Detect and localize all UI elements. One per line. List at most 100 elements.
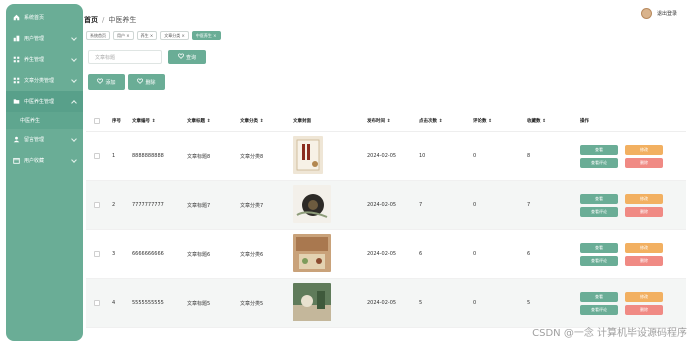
sidebar-item-tcm[interactable]: 中医养生管理: [6, 91, 83, 112]
sidebar-item-home[interactable]: 系统首页: [6, 7, 83, 28]
row-checkbox[interactable]: [94, 300, 100, 306]
folder-icon: [13, 98, 20, 105]
chevron-down-icon: [71, 56, 77, 62]
row-delete-button[interactable]: 删除: [625, 206, 663, 217]
col-header: 操作: [580, 118, 589, 124]
col-header[interactable]: 文章编号 ⇕: [132, 118, 187, 124]
cell-actions: 查看 修改 查看评论 删除: [580, 242, 663, 266]
row-checkbox-cell: [86, 202, 106, 208]
tag-tcm[interactable]: 中医养生 ×: [191, 31, 221, 40]
row-checkbox[interactable]: [94, 251, 100, 257]
cell-code: 7777777777: [132, 202, 164, 208]
sidebar-subitem-tcm[interactable]: 中医养生: [6, 112, 83, 129]
tag-health[interactable]: 养生 ×: [136, 31, 158, 40]
view-comments-button[interactable]: 查看评论: [580, 206, 618, 217]
cell-title: 文章标题8: [187, 153, 211, 160]
cell-category: 文章分类7: [240, 202, 264, 209]
sidebar-item-user-manage[interactable]: 用户管理: [6, 28, 83, 49]
row-delete-button[interactable]: 删除: [625, 255, 663, 266]
row-delete-button[interactable]: 删除: [625, 157, 663, 168]
user-manage-icon: [13, 35, 20, 42]
cell-cover: [293, 283, 367, 323]
grid-icon: [13, 77, 20, 84]
sidebar-item-label: 养生管理: [24, 57, 45, 63]
cover-image: [293, 234, 331, 272]
sidebar-item-label: 用户管理: [24, 36, 45, 42]
cell-index: 4: [112, 300, 116, 306]
breadcrumb-home[interactable]: 首页: [84, 15, 98, 25]
view-comments-button[interactable]: 查看评论: [580, 255, 618, 266]
add-button[interactable]: 添加: [88, 74, 125, 90]
col-header[interactable]: 文章标题 ⇕: [187, 118, 240, 124]
cell-comments: 0: [473, 202, 477, 208]
cell-actions: 查看 修改 查看评论 删除: [580, 144, 663, 168]
col-header: 序号: [112, 118, 121, 124]
row-checkbox-cell: [86, 300, 106, 306]
breadcrumb: 首页 / 中医养生: [84, 15, 136, 25]
table-row: 2 7777777777 文章标题7 文章分类7 2024-02-05 7 0 …: [86, 181, 686, 230]
delete-button-label: 删除: [145, 79, 156, 86]
chevron-down-icon: [71, 157, 77, 163]
breadcrumb-separator: /: [102, 16, 105, 24]
tag-home[interactable]: 系统首页: [86, 31, 110, 40]
sidebar-item-label: 用户收藏: [24, 158, 45, 164]
view-button[interactable]: 查看: [580, 291, 618, 302]
logout-link[interactable]: 退出登录: [657, 10, 677, 17]
edit-button[interactable]: 修改: [625, 144, 663, 155]
cell-clicks: 5: [419, 300, 423, 306]
cell-date: 2024-02-05: [367, 153, 397, 159]
row-delete-button[interactable]: 删除: [625, 304, 663, 315]
tag-category[interactable]: 文章分类 ×: [160, 31, 189, 40]
sidebar-item-favorites[interactable]: 用户收藏: [6, 150, 83, 171]
cell-category: 文章分类6: [240, 251, 264, 258]
cell-cover: [293, 185, 367, 225]
sidebar-item-message[interactable]: 留言管理: [6, 129, 83, 150]
avatar[interactable]: [640, 8, 652, 19]
col-header[interactable]: 文章分类 ⇕: [240, 118, 293, 124]
edit-button[interactable]: 修改: [625, 242, 663, 253]
row-checkbox-cell: [86, 153, 106, 159]
table-header: 序号 文章编号 ⇕ 文章标题 ⇕ 文章分类 ⇕ 文章封面 发布时间 ⇕ 点击次数…: [86, 110, 686, 132]
table-row: 3 6666666666 文章标题6 文章分类6 2024-02-05 6 0 …: [86, 230, 686, 279]
select-all-checkbox[interactable]: [94, 117, 100, 124]
cell-category: 文章分类8: [240, 153, 264, 160]
sidebar-item-health[interactable]: 养生管理: [6, 49, 83, 70]
header-checkbox-cell: [86, 117, 106, 124]
cell-code: 6666666666: [132, 251, 164, 257]
col-header[interactable]: 发布时间 ⇕: [367, 118, 419, 124]
view-comments-button[interactable]: 查看评论: [580, 304, 618, 315]
sidebar-item-label: 中医养生管理: [24, 99, 55, 105]
edit-button[interactable]: 修改: [625, 193, 663, 204]
search-button[interactable]: 查询: [168, 50, 206, 64]
view-comments-button[interactable]: 查看评论: [580, 157, 618, 168]
view-button[interactable]: 查看: [580, 193, 618, 204]
cell-cover: [293, 136, 367, 176]
row-checkbox[interactable]: [94, 153, 100, 159]
person-icon: [13, 136, 20, 143]
col-header[interactable]: 评论数 ⇕: [473, 118, 527, 124]
delete-button[interactable]: 删除: [128, 74, 165, 90]
view-button[interactable]: 查看: [580, 144, 618, 155]
search-input[interactable]: 文章标题: [88, 50, 162, 64]
cover-image: [293, 283, 331, 321]
cell-comments: 0: [473, 300, 477, 306]
cover-image: [293, 185, 331, 223]
table-row: 1 8888888888 文章标题8 文章分类8 2024-02-05 10 0…: [86, 132, 686, 181]
heart-icon: [137, 78, 144, 86]
row-checkbox-cell: [86, 251, 106, 257]
heart-icon: [178, 53, 184, 61]
row-checkbox[interactable]: [94, 202, 100, 208]
edit-button[interactable]: 修改: [625, 291, 663, 302]
tag-user[interactable]: 用户 ×: [113, 31, 134, 40]
cell-date: 2024-02-05: [367, 300, 397, 306]
heart-icon: [97, 78, 104, 86]
sidebar-item-category[interactable]: 文章分类管理: [6, 70, 83, 91]
col-header[interactable]: 收藏数 ⇕: [527, 118, 580, 124]
view-button[interactable]: 查看: [580, 242, 618, 253]
data-table: 序号 文章编号 ⇕ 文章标题 ⇕ 文章分类 ⇕ 文章封面 发布时间 ⇕ 点击次数…: [86, 110, 686, 328]
cell-favs: 6: [527, 251, 531, 257]
chevron-down-icon: [71, 136, 77, 142]
chevron-down-icon: [71, 77, 77, 83]
sidebar-item-label: 留言管理: [24, 137, 45, 143]
col-header[interactable]: 点击次数 ⇕: [419, 118, 473, 124]
